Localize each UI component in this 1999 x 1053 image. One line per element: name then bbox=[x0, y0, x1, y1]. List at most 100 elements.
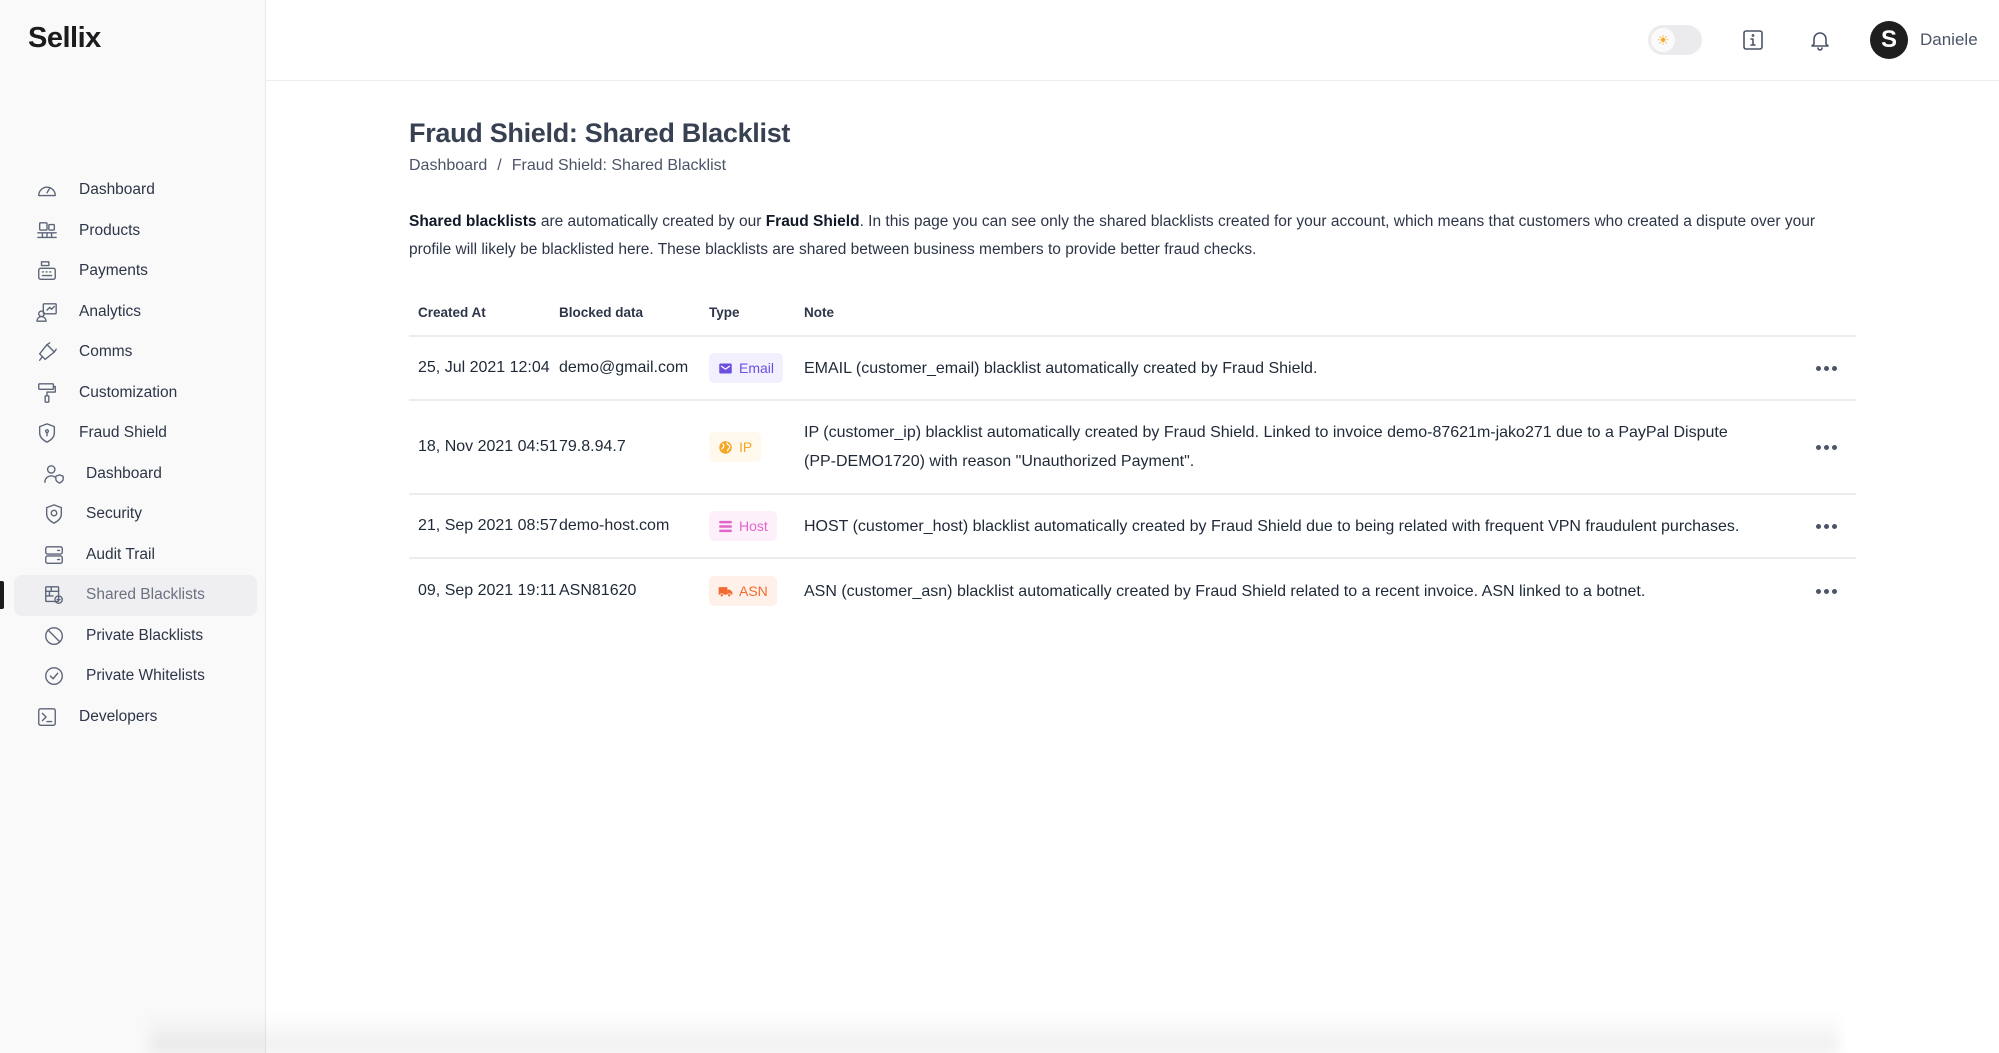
more-horizontal-icon[interactable] bbox=[1810, 360, 1843, 377]
sidebar-item-label: Fraud Shield bbox=[79, 424, 167, 442]
column-header-blocked-data: Blocked data bbox=[559, 305, 644, 320]
bottom-shadow bbox=[150, 1013, 1839, 1053]
table-header: Created At Blocked data Type Note bbox=[409, 290, 1856, 337]
sidebar-item-label: Payments bbox=[79, 262, 148, 280]
blocked-data-cell: ASN81620 bbox=[559, 582, 637, 599]
server-icon bbox=[42, 543, 66, 567]
note-cell: ASN (customer_asn) blacklist automatical… bbox=[804, 582, 1646, 600]
user-shield-icon bbox=[42, 462, 66, 486]
created-at-cell: 09, Sep 2021 19:11 bbox=[418, 582, 557, 599]
terminal-icon bbox=[35, 705, 59, 729]
list-icon bbox=[719, 520, 732, 532]
check-circle-icon bbox=[42, 664, 66, 688]
sidebar-item-label: Security bbox=[86, 505, 142, 523]
sidebar-item-fraud-shield[interactable]: Fraud Shield bbox=[14, 413, 257, 454]
type-cell: Email bbox=[709, 353, 804, 383]
breadcrumb-dashboard-link[interactable]: Dashboard bbox=[409, 157, 487, 175]
breadcrumb-current: Fraud Shield: Shared Blacklist bbox=[511, 157, 727, 174]
created-at-cell: 18, Nov 2021 04:51 bbox=[418, 438, 558, 455]
desc-text: are automatically created by our bbox=[536, 213, 766, 230]
analytics-icon bbox=[35, 300, 59, 324]
truck-icon bbox=[718, 586, 733, 597]
sidebar-item-label: Dashboard bbox=[79, 181, 155, 199]
shield-gear-icon bbox=[42, 502, 66, 526]
breadcrumb-separator: / bbox=[497, 157, 502, 174]
column-header-note: Note bbox=[804, 305, 834, 320]
column-header-type: Type bbox=[709, 305, 740, 320]
created-at-cell: 21, Sep 2021 08:57 bbox=[418, 517, 558, 534]
avatar[interactable]: S bbox=[1870, 21, 1908, 59]
type-cell: Host bbox=[709, 511, 804, 541]
sidebar: Sellix Dashboard Products Payments Analy… bbox=[0, 0, 266, 1053]
info-button[interactable] bbox=[1737, 24, 1769, 56]
note-cell: EMAIL (customer_email) blacklist automat… bbox=[804, 359, 1318, 377]
page-description: Shared blacklists are automatically crea… bbox=[409, 208, 1849, 264]
sidebar-item-payments[interactable]: Payments bbox=[14, 251, 257, 292]
type-badge-label: Host bbox=[739, 518, 768, 534]
sidebar-item-private-blacklists[interactable]: Private Blacklists bbox=[14, 616, 257, 657]
sidebar-item-products[interactable]: Products bbox=[14, 211, 257, 252]
sidebar-item-label: Audit Trail bbox=[86, 545, 155, 563]
table-row[interactable]: 18, Nov 2021 04:51 79.8.94.7 IP IP (cust… bbox=[409, 401, 1856, 495]
sidebar-item-label: Analytics bbox=[79, 302, 142, 320]
globe-icon bbox=[719, 440, 732, 454]
user-name[interactable]: Daniele bbox=[1920, 30, 1978, 50]
bell-icon bbox=[1811, 32, 1829, 51]
sidebar-item-audit-trail[interactable]: Audit Trail bbox=[14, 535, 257, 576]
sidebar-item-label: Shared Blacklists bbox=[86, 586, 205, 604]
sidebar-item-comms[interactable]: Comms bbox=[14, 332, 257, 373]
blocked-data-cell: 79.8.94.7 bbox=[559, 438, 626, 455]
created-at-cell: 25, Jul 2021 12:04 bbox=[418, 359, 550, 376]
type-badge-label: ASN bbox=[739, 583, 768, 599]
sidebar-item-dashboard[interactable]: Dashboard bbox=[14, 170, 257, 211]
ban-icon bbox=[42, 624, 66, 648]
shield-icon bbox=[35, 421, 59, 445]
type-badge-ip: IP bbox=[709, 432, 762, 462]
table-row[interactable]: 21, Sep 2021 08:57 demo-host.com Host HO… bbox=[409, 495, 1856, 559]
sidebar-item-label: Dashboard bbox=[86, 464, 162, 482]
sidebar-item-analytics[interactable]: Analytics bbox=[14, 292, 257, 333]
column-header-created-at: Created At bbox=[418, 305, 486, 320]
products-icon bbox=[35, 219, 59, 243]
page-title: Fraud Shield: Shared Blacklist bbox=[409, 118, 791, 148]
blocked-data-cell: demo@gmail.com bbox=[559, 359, 689, 376]
note-cell: IP (customer_ip) blacklist automatically… bbox=[804, 424, 1728, 470]
sidebar-item-label: Private Blacklists bbox=[86, 626, 204, 644]
sidebar-item-private-whitelists[interactable]: Private Whitelists bbox=[14, 656, 257, 697]
desc-bold-shared-blacklists: Shared blacklists bbox=[409, 213, 537, 230]
more-horizontal-icon[interactable] bbox=[1810, 583, 1843, 600]
info-icon bbox=[1743, 30, 1763, 50]
table-row[interactable]: 25, Jul 2021 12:04 demo@gmail.com Email … bbox=[409, 337, 1856, 401]
sun-icon: ☀ bbox=[1651, 28, 1675, 52]
paint-roller-icon bbox=[35, 381, 59, 405]
sidebar-item-shared-blacklists[interactable]: Shared Blacklists bbox=[0, 575, 257, 616]
theme-toggle[interactable]: ☀ bbox=[1648, 25, 1702, 55]
more-horizontal-icon[interactable] bbox=[1810, 518, 1843, 535]
note-cell: HOST (customer_host) blacklist automatic… bbox=[804, 517, 1740, 535]
sidebar-item-security[interactable]: Security bbox=[14, 494, 257, 535]
sidebar-nav: Dashboard Products Payments Analytics Co… bbox=[0, 170, 266, 737]
sidebar-item-label: Developers bbox=[79, 707, 158, 725]
type-cell: IP bbox=[709, 432, 804, 462]
sidebar-item-label: Comms bbox=[79, 343, 133, 361]
brand-logo[interactable]: Sellix bbox=[28, 22, 101, 55]
envelope-icon bbox=[719, 363, 732, 373]
sidebar-item-label: Customization bbox=[79, 383, 178, 401]
sidebar-item-developers[interactable]: Developers bbox=[14, 697, 257, 738]
blocked-data-cell: demo-host.com bbox=[559, 517, 670, 534]
sidebar-item-label: Private Whitelists bbox=[86, 667, 205, 685]
shared-blacklist-table: Created At Blocked data Type Note 25, Ju… bbox=[409, 290, 1856, 623]
type-badge-host: Host bbox=[709, 511, 777, 541]
type-cell: ASN bbox=[709, 576, 804, 606]
sidebar-item-fraud-dashboard[interactable]: Dashboard bbox=[14, 454, 257, 495]
more-horizontal-icon[interactable] bbox=[1810, 439, 1843, 456]
cash-register-icon bbox=[35, 259, 59, 283]
gauge-icon bbox=[35, 178, 59, 202]
sidebar-item-label: Products bbox=[79, 221, 141, 239]
desc-bold-fraud-shield: Fraud Shield bbox=[765, 213, 860, 230]
notifications-button[interactable] bbox=[1804, 24, 1836, 56]
breadcrumb: Dashboard / Fraud Shield: Shared Blackli… bbox=[409, 157, 726, 175]
table-row[interactable]: 09, Sep 2021 19:11 ASN81620 ASN ASN (cus… bbox=[409, 559, 1856, 623]
sidebar-item-customization[interactable]: Customization bbox=[14, 373, 257, 414]
firewall-icon bbox=[42, 583, 66, 607]
